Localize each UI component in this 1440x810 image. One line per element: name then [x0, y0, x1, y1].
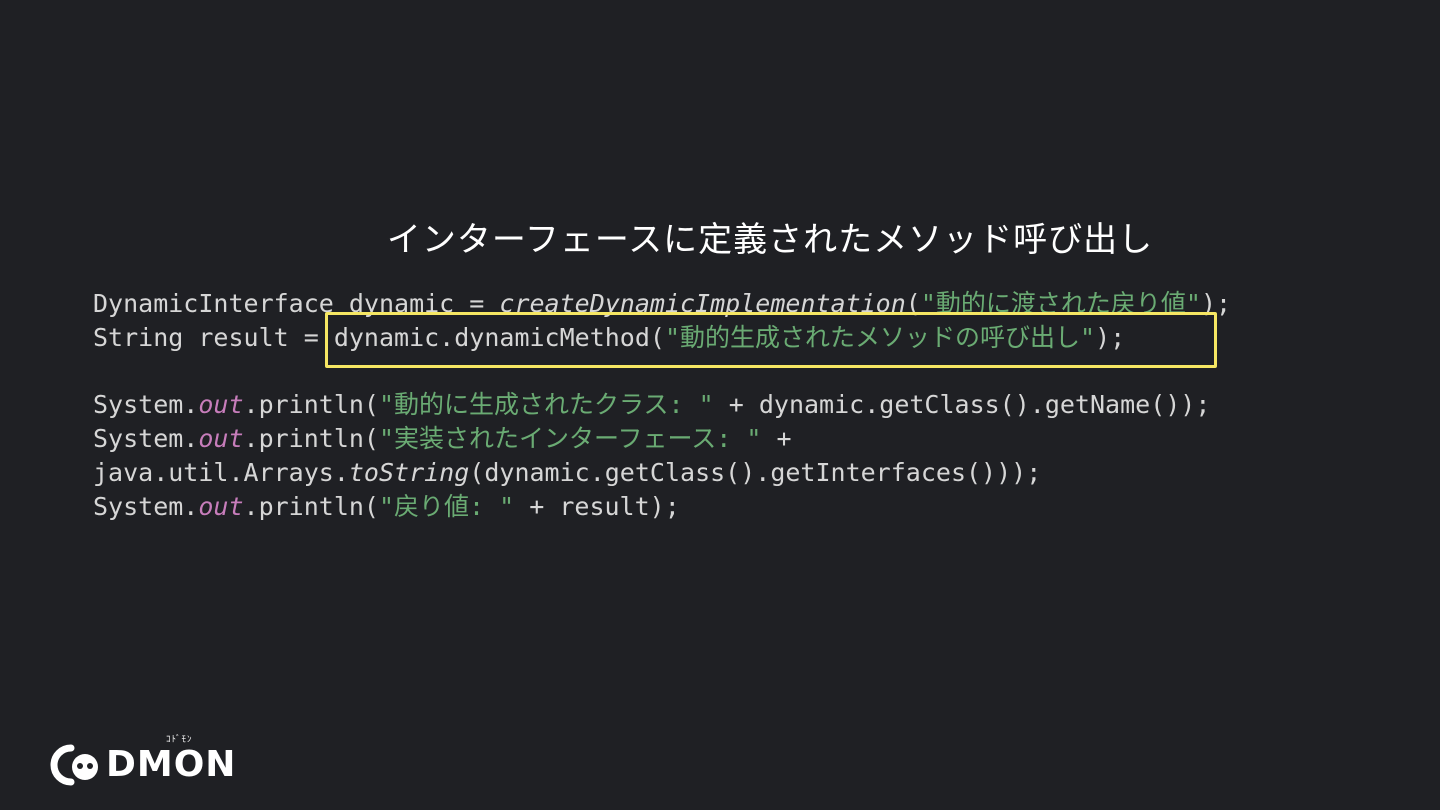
code-line-6: System.out.println("戻り値: " + result);: [93, 490, 1231, 524]
code-token: .println(: [243, 492, 379, 521]
code-token: System.: [93, 424, 199, 453]
code-token: System.: [93, 492, 199, 521]
logo-small-text: ｺﾄﾞﾓﾝ: [166, 735, 193, 745]
code-string: "動的に生成されたクラス: ": [378, 390, 714, 419]
highlight-box: [325, 312, 1217, 368]
logo-face-icon: [50, 744, 98, 786]
code-field: out: [198, 424, 244, 453]
code-string: "実装されたインターフェース: ": [378, 424, 762, 453]
code-line-3: System.out.println("動的に生成されたクラス: " + dyn…: [93, 388, 1231, 422]
slide-title: インターフェースに定義されたメソッド呼び出し: [386, 220, 1154, 260]
code-string: "戻り値: ": [378, 492, 515, 521]
code-line-4: System.out.println("実装されたインターフェース: " +: [93, 422, 1231, 456]
code-token: + result);: [514, 492, 680, 521]
code-token: System.: [93, 390, 199, 419]
code-field: out: [198, 492, 244, 521]
code-line-5: java.util.Arrays.toString(dynamic.getCla…: [93, 456, 1231, 490]
code-token: .println(: [243, 390, 379, 419]
codmon-logo: DMON ｺﾄﾞﾓﾝ: [48, 732, 236, 788]
code-token: .println(: [243, 424, 379, 453]
logo-text: DMON: [106, 744, 237, 785]
code-field: out: [198, 390, 244, 419]
code-token: toString: [348, 458, 470, 487]
code-token: +: [761, 424, 792, 453]
code-token: String result =: [93, 323, 334, 352]
code-token: (dynamic.getClass().getInterfaces()));: [469, 458, 1042, 487]
code-token: + dynamic.getClass().getName());: [713, 390, 1211, 419]
code-token: java.util.Arrays.: [93, 458, 349, 487]
